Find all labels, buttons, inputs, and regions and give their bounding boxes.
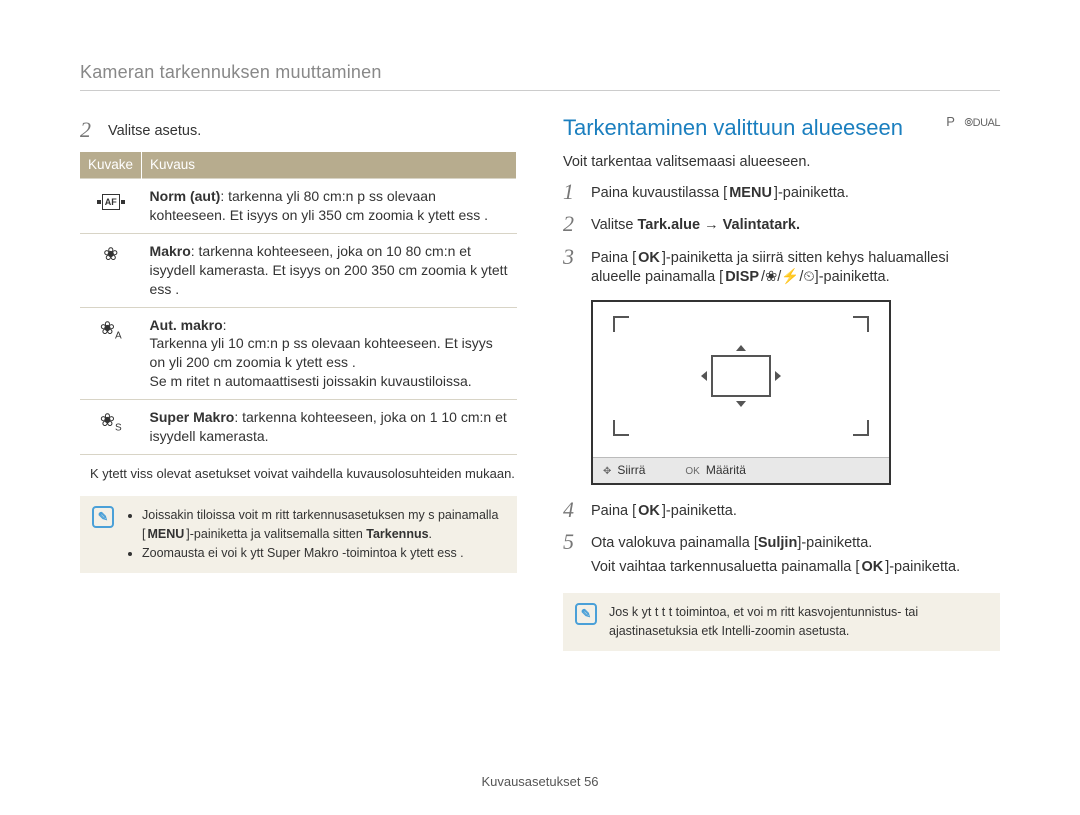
flash-icon: ⚡: [781, 269, 799, 285]
page-footer: Kuvausasetukset 56: [0, 773, 1080, 791]
mode-p: P: [946, 114, 955, 129]
ok-button-label: OK: [859, 558, 885, 578]
right-column: Tarkentaminen valittuun alueeseen P ⦾DUA…: [563, 113, 1000, 651]
lcd-set-label: Määritä: [706, 463, 746, 477]
arrow-up-icon: [736, 345, 746, 351]
ok-button-label: OK: [636, 502, 662, 522]
af-normal-icon: AF: [102, 194, 120, 210]
table-row: ❀A Aut. makro: Tarkenna yli 10 cm:n p ss…: [80, 307, 517, 400]
right-step-2: 2 Valitse Tark.alue → Valintatark.: [563, 213, 1000, 236]
th-desc: Kuvaus: [142, 152, 517, 179]
timer-icon: ⏲: [803, 269, 814, 285]
auto-macro-icon: ❀A: [100, 318, 122, 338]
info-icon: ✎: [92, 506, 114, 528]
row-desc: : tarkenna kohteeseen, joka on 10 80 cm:…: [150, 243, 508, 297]
right-step-5: 5 Ota valokuva painamalla [Suljin]-paini…: [563, 531, 1000, 577]
right-step-3: 3 Paina [OK]-painiketta ja siirrä sitten…: [563, 246, 1000, 288]
section-title: Tarkentaminen valittuun alueeseen: [563, 115, 903, 140]
table-row: ❀S Super Makro: tarkenna kohteeseen, jok…: [80, 400, 517, 455]
mode-badges: P ⦾DUAL: [946, 113, 1000, 131]
flower-icon: ❀: [103, 244, 118, 264]
arrow-down-icon: [736, 401, 746, 407]
tip-text: Jos k yt t t t toimintoa, et voi m ritt …: [609, 603, 988, 641]
left-step-2: 2 Valitse asetus.: [80, 119, 517, 142]
menu-button-label: MENU: [727, 184, 774, 204]
step-text: Valitse asetus.: [108, 119, 517, 142]
options-note: K ytett viss olevat asetukset voivat vai…: [90, 465, 517, 483]
tip-line-1: Joissakin tiloissa voit m ritt tarkennus…: [142, 506, 505, 544]
tip-line-2: Zoomausta ei voi k ytt Super Makro -toim…: [142, 544, 505, 563]
table-row: ❀ Makro: tarkenna kohteeseen, joka on 10…: [80, 233, 517, 307]
left-column: 2 Valitse asetus. Kuvake Kuvaus AF Norm …: [80, 113, 517, 651]
frame-corner: [613, 316, 629, 332]
arrow-left-icon: [701, 371, 707, 381]
frame-corner: [613, 420, 629, 436]
page-header: Kameran tarkennuksen muuttaminen: [80, 60, 1000, 91]
focus-options-table: Kuvake Kuvaus AF Norm (aut): tarkenna yl…: [80, 152, 517, 455]
lcd-move-label: Siirrä: [617, 463, 645, 477]
disp-button-label: DISP: [723, 268, 761, 288]
row-bold: Aut. makro: [150, 317, 223, 333]
super-macro-icon: ❀S: [100, 410, 122, 430]
section-intro: Voit tarkentaa valitsemaasi alueeseen.: [563, 153, 1000, 173]
left-tip-box: ✎ Joissakin tiloissa voit m ritt tarkenn…: [80, 496, 517, 572]
right-step-1: 1 Paina kuvaustilassa [MENU]-painiketta.: [563, 181, 1000, 204]
th-icon: Kuvake: [80, 152, 142, 179]
lcd-hint-bar: ✥ Siirrä OK Määritä: [593, 457, 889, 483]
row-bold: Makro: [150, 243, 191, 259]
right-tip-box: ✎ Jos k yt t t t toimintoa, et voi m rit…: [563, 593, 1000, 651]
step-number: 2: [80, 119, 98, 142]
row-bold: Super Makro: [150, 409, 235, 425]
table-row: AF Norm (aut): tarkenna yli 80 cm:n p ss…: [80, 179, 517, 234]
frame-corner: [853, 420, 869, 436]
row-bold: Norm (aut): [150, 188, 221, 204]
arrow-right-icon: [775, 371, 781, 381]
ok-hint-icon: OK: [685, 466, 699, 477]
focus-box: [711, 355, 771, 397]
dpad-hint-icon: ✥: [603, 466, 611, 477]
ok-button-label: OK: [636, 249, 662, 269]
right-step-4: 4 Paina [OK]-painiketta.: [563, 499, 1000, 522]
menu-button-label: MENU: [145, 525, 186, 544]
lcd-preview: ✥ Siirrä OK Määritä: [591, 300, 891, 485]
flower-icon: ❀: [765, 269, 777, 285]
info-icon: ✎: [575, 603, 597, 625]
frame-corner: [853, 316, 869, 332]
mode-dual-icon: ⦾DUAL: [964, 117, 1000, 129]
